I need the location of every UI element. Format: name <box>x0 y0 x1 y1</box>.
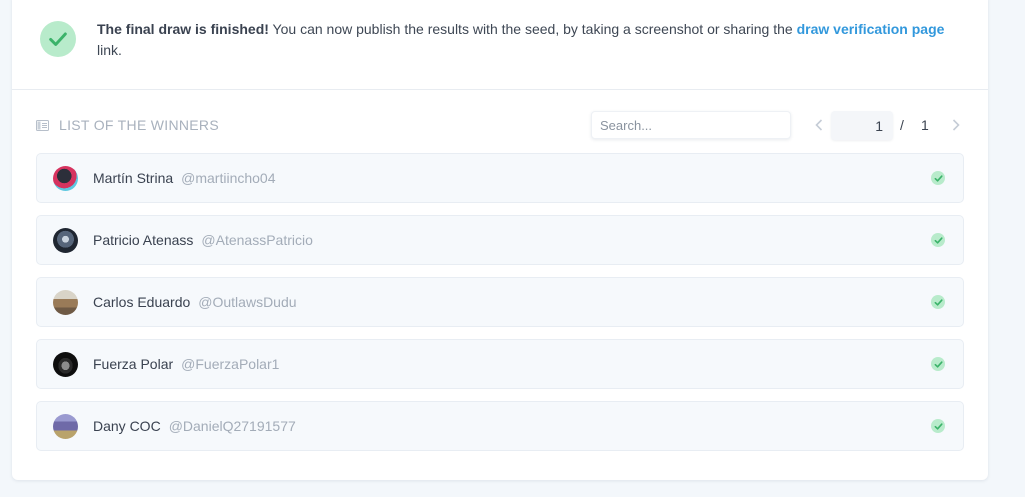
winner-name: Martín Strina <box>93 170 174 186</box>
check-icon <box>931 295 945 309</box>
winner-row[interactable]: Dany COC @DanielQ27191577 <box>36 401 964 451</box>
page-number-input[interactable] <box>831 111 893 140</box>
winner-name: Fuerza Polar <box>93 356 174 372</box>
total-pages: 1 <box>921 117 929 133</box>
search-input[interactable] <box>591 111 791 139</box>
avatar <box>53 290 78 315</box>
winner-name: Carlos Eduardo <box>93 294 191 310</box>
winner-name: Dany COC <box>93 418 161 434</box>
winner-handle[interactable]: @AtenassPatricio <box>201 232 312 248</box>
winner-row[interactable]: Patricio Atenass @AtenassPatricio <box>36 215 964 265</box>
winners-list: Martín Strina @martiincho04 Patricio Aten… <box>36 153 964 463</box>
avatar <box>53 166 78 191</box>
winner-row[interactable]: Fuerza Polar @FuerzaPolar1 <box>36 339 964 389</box>
check-icon <box>931 171 945 185</box>
notice-message: The final draw is finished! You can now … <box>97 19 957 61</box>
notice-trailing-text: link. <box>97 42 122 58</box>
avatar <box>53 414 78 439</box>
winners-list-header: LIST OF THE WINNERS / 1 <box>36 110 976 140</box>
winner-handle[interactable]: @DanielQ27191577 <box>169 418 296 434</box>
winner-handle[interactable]: @OutlawsDudu <box>198 294 296 310</box>
page-separator: / <box>900 117 904 133</box>
notice-bold-text: The final draw is finished! <box>97 21 269 37</box>
check-icon <box>40 21 76 57</box>
list-icon <box>36 119 49 131</box>
avatar <box>53 352 78 377</box>
winner-handle[interactable]: @FuerzaPolar1 <box>181 356 279 372</box>
check-icon <box>931 419 945 433</box>
next-page-button[interactable] <box>949 116 963 134</box>
winner-handle[interactable]: @martiincho04 <box>181 170 275 186</box>
draw-finished-notice: The final draw is finished! You can now … <box>12 0 988 90</box>
check-icon <box>931 357 945 371</box>
draw-verification-link[interactable]: draw verification page <box>797 21 945 37</box>
winner-name: Patricio Atenass <box>93 232 194 248</box>
results-card: The final draw is finished! You can now … <box>12 0 988 480</box>
check-icon <box>931 233 945 247</box>
winner-row[interactable]: Martín Strina @martiincho04 <box>36 153 964 203</box>
chevron-left-icon <box>815 119 823 131</box>
chevron-right-icon <box>952 119 960 131</box>
list-title-text: LIST OF THE WINNERS <box>59 117 219 133</box>
previous-page-button[interactable] <box>812 116 826 134</box>
avatar <box>53 228 78 253</box>
list-title: LIST OF THE WINNERS <box>36 117 219 133</box>
notice-body-text: You can now publish the results with the… <box>268 21 797 37</box>
winner-row[interactable]: Carlos Eduardo @OutlawsDudu <box>36 277 964 327</box>
